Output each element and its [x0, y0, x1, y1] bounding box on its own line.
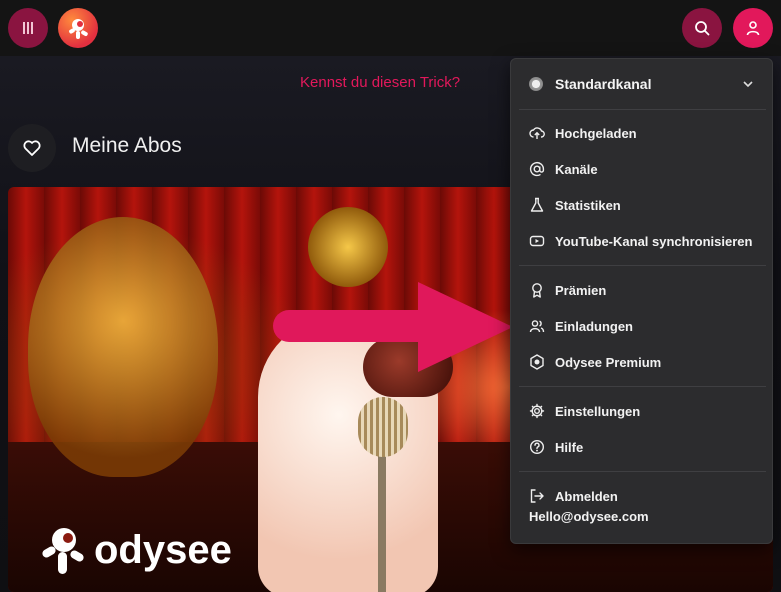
flask-icon	[529, 197, 545, 213]
search-icon	[695, 21, 710, 36]
channel-name: Standardkanal	[555, 76, 652, 92]
microphone-image	[358, 397, 408, 457]
account-dropdown-menu: Standardkanal Hochgeladen Kanäle Statist…	[510, 58, 773, 544]
award-icon	[529, 282, 545, 298]
search-button[interactable]	[682, 8, 722, 48]
theater-mask-image	[28, 217, 218, 477]
menu-item-label: Prämien	[555, 282, 607, 298]
menu-item-label: YouTube-Kanal synchronisieren	[555, 233, 753, 249]
account-email: Hello@odysee.com	[529, 509, 649, 524]
mic-stand-image	[378, 452, 386, 592]
menu-item-youtube-sync[interactable]: YouTube-Kanal synchronisieren	[511, 223, 772, 259]
menu-item-label: Einladungen	[555, 318, 633, 334]
user-icon	[746, 21, 760, 36]
user-menu-button[interactable]	[733, 8, 773, 48]
menu-item-invites[interactable]: Einladungen	[511, 308, 772, 344]
divider	[519, 471, 766, 472]
divider	[519, 386, 766, 387]
subscriptions-button[interactable]	[8, 124, 56, 172]
menu-item-label: Hilfe	[555, 439, 584, 455]
youtube-icon	[529, 233, 545, 249]
divider	[519, 265, 766, 266]
hero-brand: odysee	[38, 522, 232, 578]
menu-item-help[interactable]: Hilfe	[511, 429, 772, 465]
page-title: Meine Abos	[72, 134, 182, 157]
menu-item-label: Einstellungen	[555, 403, 641, 419]
odysee-logo-icon	[69, 19, 88, 39]
at-sign-icon	[529, 161, 545, 177]
trick-link[interactable]: Kennst du diesen Trick?	[300, 74, 460, 91]
arrow-head	[418, 282, 513, 372]
menu-item-uploads[interactable]: Hochgeladen	[511, 115, 772, 151]
menu-item-rewards[interactable]: Prämien	[511, 272, 772, 308]
menu-item-channels[interactable]: Kanäle	[511, 151, 772, 187]
menu-item-label: Hochgeladen	[555, 125, 637, 141]
menu-item-label: Statistiken	[555, 197, 621, 213]
menu-item-label: Odysee Premium	[555, 354, 662, 370]
menu-item-label: Kanäle	[555, 161, 598, 177]
premium-badge-icon	[529, 354, 545, 370]
help-circle-icon	[529, 439, 545, 455]
channel-avatar	[529, 77, 543, 91]
users-icon	[529, 318, 545, 334]
gear-icon	[529, 403, 545, 419]
top-bar	[0, 0, 781, 56]
arrow-shaft	[273, 310, 438, 342]
menu-item-statistics[interactable]: Statistiken	[511, 187, 772, 223]
chevron-down-icon	[743, 81, 753, 88]
divider	[519, 109, 766, 110]
menu-item-premium[interactable]: Odysee Premium	[511, 344, 772, 380]
cloud-upload-icon	[529, 125, 545, 141]
menu-bars-icon	[23, 22, 33, 34]
logout-icon	[529, 488, 545, 504]
heart-icon	[23, 140, 41, 156]
brand-wordmark: odysee	[94, 527, 232, 572]
small-mask-image	[308, 207, 388, 287]
odysee-logo[interactable]	[58, 8, 98, 48]
channel-selector[interactable]: Standardkanal	[511, 59, 772, 109]
menu-button[interactable]	[8, 8, 48, 48]
odysee-logo-icon	[42, 528, 84, 574]
menu-item-settings[interactable]: Einstellungen	[511, 393, 772, 429]
menu-item-label: Abmelden	[555, 488, 618, 504]
